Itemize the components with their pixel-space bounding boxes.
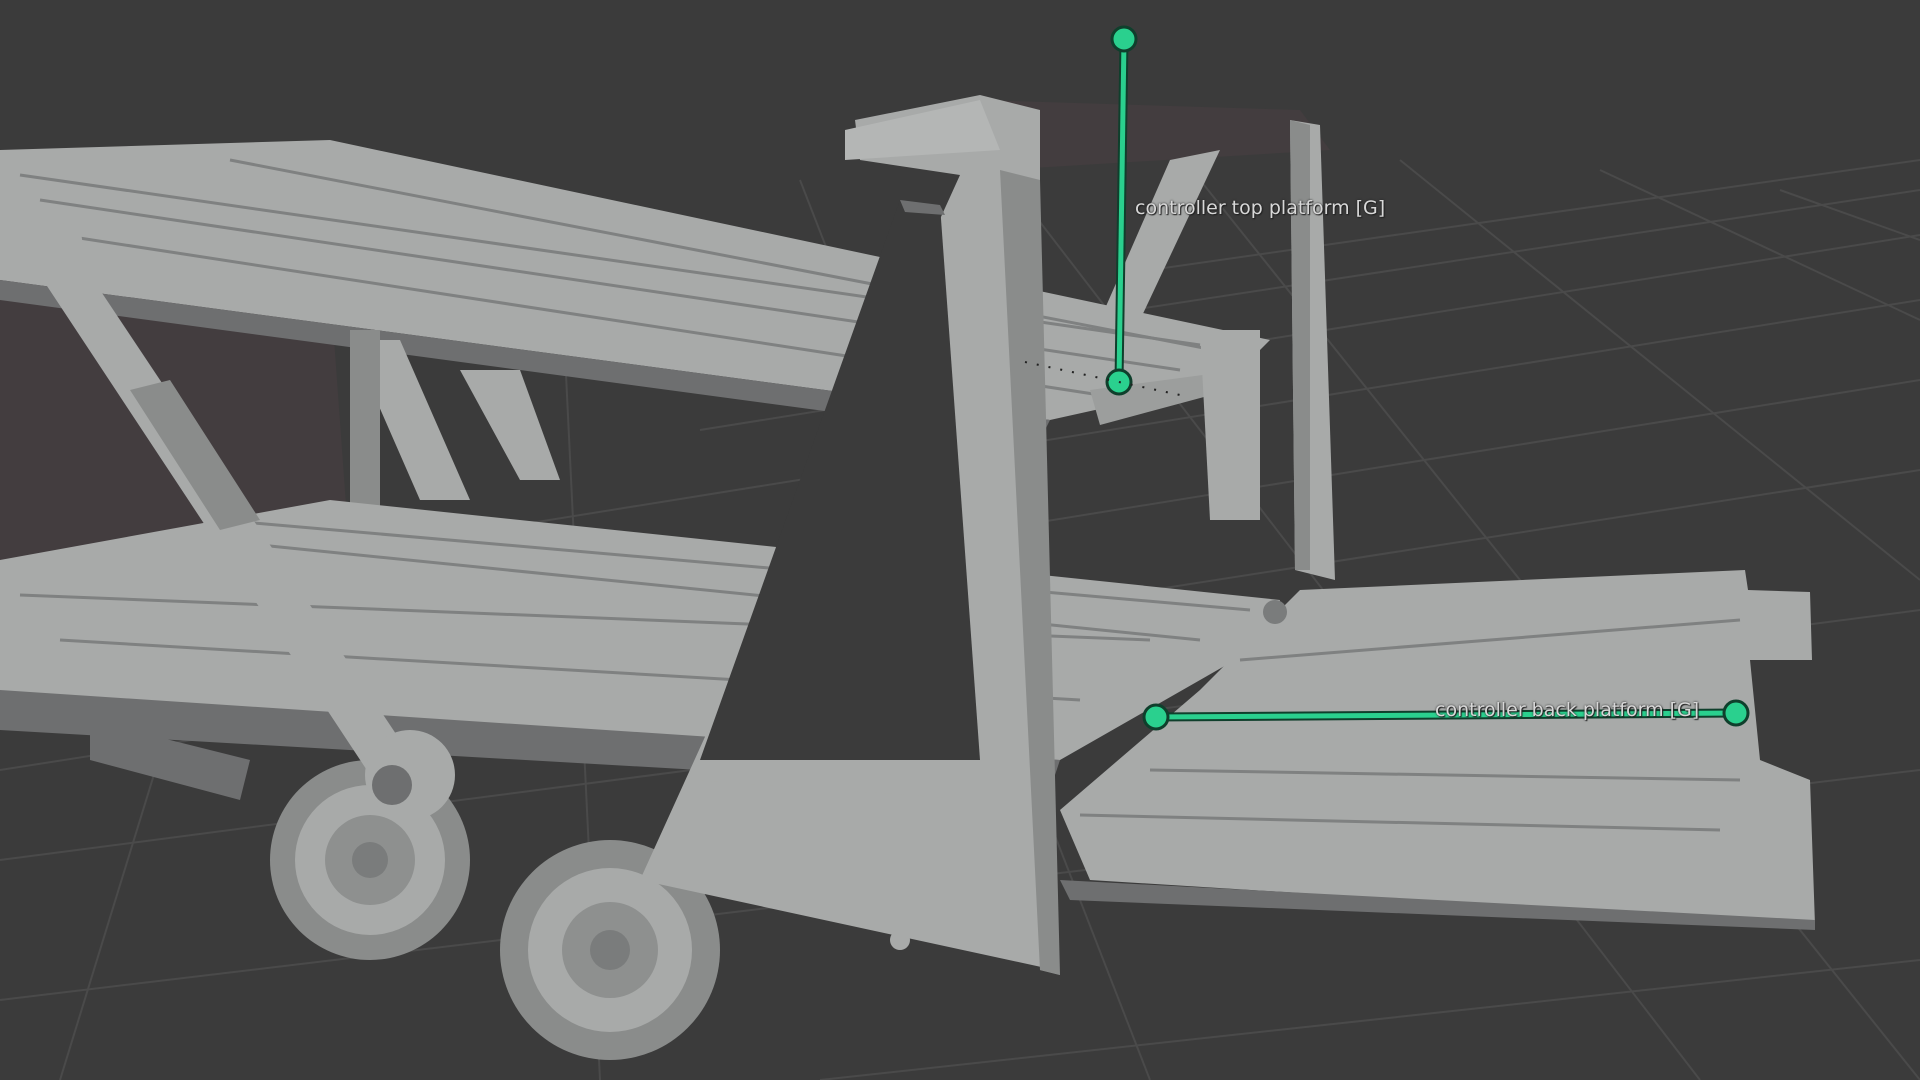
viewport-canvas[interactable] <box>0 0 1920 1080</box>
lower-deck <box>0 500 1280 800</box>
rear-upright <box>1290 120 1335 580</box>
bone-head-handle[interactable] <box>1142 703 1170 731</box>
3d-viewport[interactable]: controller top platform [G] controller b… <box>0 0 1920 1080</box>
bone-head-handle[interactable] <box>1110 25 1138 53</box>
bone-tail-handle[interactable] <box>1722 699 1750 727</box>
